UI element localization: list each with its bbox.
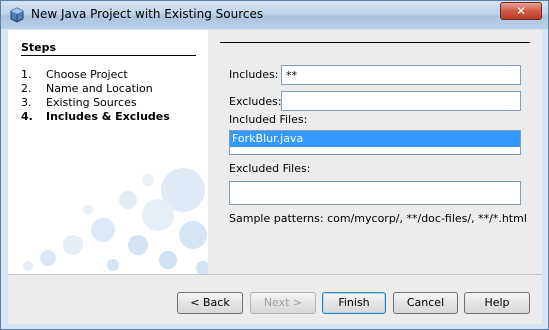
step-number: 3.: [21, 96, 32, 109]
includes-input[interactable]: [281, 65, 521, 85]
steps-panel: Steps 1. Choose Project 2. Name and Locati…: [8, 30, 208, 274]
steps-divider: [21, 55, 196, 56]
java-cup-icon: [10, 7, 24, 23]
window-title: New Java Project with Existing Sources: [31, 7, 264, 21]
help-button[interactable]: Help: [464, 292, 530, 314]
step-existing-sources: 3. Existing Sources: [21, 96, 137, 109]
cancel-button[interactable]: Cancel: [393, 292, 458, 314]
wizard-window: New Java Project with Existing Sources ✕…: [0, 0, 549, 330]
step-number: 2.: [21, 82, 32, 95]
included-files-list[interactable]: ForkBlur.java: [229, 130, 521, 155]
button-bar: < Back Next > Finish Cancel Help: [8, 274, 542, 324]
steps-heading: Steps: [21, 41, 57, 54]
excludes-label: Excludes:: [229, 95, 282, 108]
step-name-and-location: 2. Name and Location: [21, 82, 153, 95]
close-icon: ✕: [515, 4, 527, 18]
step-choose-project: 1. Choose Project: [21, 68, 128, 81]
step-number: 1.: [21, 68, 32, 81]
step-includes-excludes: 4. Includes & Excludes: [21, 110, 170, 123]
list-item[interactable]: ForkBlur.java: [230, 131, 520, 147]
finish-button[interactable]: Finish: [322, 292, 386, 314]
step-label: Choose Project: [46, 68, 128, 81]
decorative-bubbles-graphic: [23, 168, 208, 274]
title-bar[interactable]: New Java Project with Existing Sources ✕: [1, 1, 548, 29]
wizard-content: Steps 1. Choose Project 2. Name and Locati…: [8, 30, 542, 274]
close-button[interactable]: ✕: [500, 2, 542, 20]
sample-patterns-text: Sample patterns: com/mycorp/, **/doc-fil…: [229, 212, 527, 225]
back-button[interactable]: < Back: [177, 292, 243, 314]
excluded-files-list[interactable]: [229, 181, 521, 205]
step-number: 4.: [21, 110, 33, 123]
excluded-files-label: Excluded Files:: [229, 162, 311, 175]
panel-divider: [220, 42, 530, 43]
next-button[interactable]: Next >: [250, 292, 316, 314]
includes-label: Includes:: [229, 68, 279, 81]
excludes-input[interactable]: [281, 91, 521, 111]
includes-excludes-panel: Includes: Excludes: Included Files: Fork…: [208, 30, 542, 274]
included-files-label: Included Files:: [229, 113, 308, 126]
step-label: Includes & Excludes: [46, 110, 170, 123]
step-label: Existing Sources: [46, 96, 137, 109]
step-label: Name and Location: [46, 82, 153, 95]
